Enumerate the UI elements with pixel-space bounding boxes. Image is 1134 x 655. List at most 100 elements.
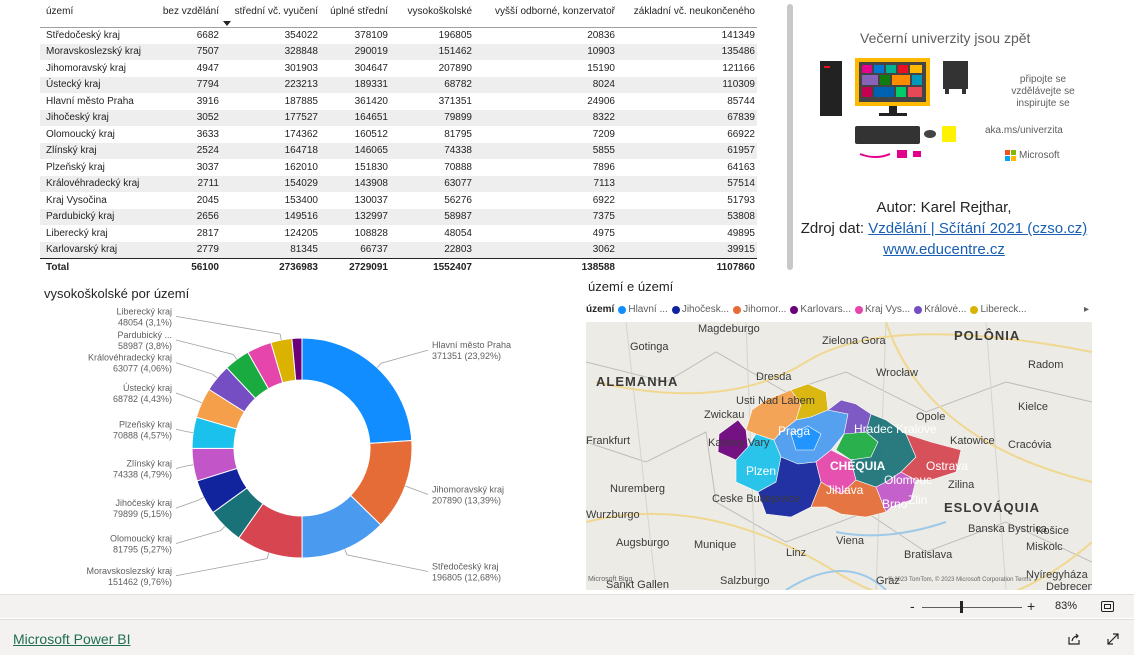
value-cell: 2779 [155,241,221,258]
region-cell: Ústecký kraj [40,76,155,93]
table-row[interactable]: Středočeský kraj 6682 354022 378109 196805 20… [40,27,757,44]
value-cell: 53808 [617,208,757,225]
value-cell: 67839 [617,109,757,126]
region-cell: Olomoucký kraj [46,128,115,140]
table-row[interactable]: Moravskoslezský kraj 7507 328848 290019 1514… [40,43,757,60]
map-place-label: Zielona Gora [822,335,886,347]
map-legend-item[interactable]: Karlovars... [790,304,851,315]
column-header-zakladni[interactable]: základní vč. neukončeného [617,0,757,28]
map-legend-item[interactable]: Královė... [914,304,966,315]
donut-data-value: 74338 (4,79%) [113,469,172,479]
legend-dot-icon [855,305,863,314]
table-row[interactable]: Zlínský kraj 2524 164718 146065 74338 5855 619… [40,142,757,159]
value-cell: 187885 [284,95,318,107]
map-place-label: Nuremberg [610,483,665,495]
zoom-out-button[interactable]: - [910,598,915,614]
value-cell: 2524 [155,142,221,159]
sort-descending-icon[interactable] [223,20,231,26]
column-header-vysokoskolske[interactable]: vysokoškolské [390,0,474,28]
fullscreen-icon[interactable] [1106,632,1120,646]
map-place-label: Usti Nad Labem [736,395,815,407]
donut-data-label: Královéhradecký kraj [88,353,172,363]
value-cell: 8322 [474,109,617,126]
value-cell: 223213 [221,76,320,93]
map-place-label: Zlin [908,493,927,507]
zoom-in-button[interactable]: + [1027,598,1035,614]
value-cell: 196805 [438,30,472,41]
table-row[interactable]: Karlovarský kraj 2779 81345 66737 22803 3062 3… [40,241,757,258]
value-cell: 189331 [320,76,390,93]
value-cell: 328848 [221,43,320,60]
zoom-slider-track[interactable] [922,607,1022,608]
ad-link[interactable]: aka.ms/univerzita [985,125,1063,136]
bing-logo: Microsoft Bing [588,576,633,583]
education-table[interactable]: území bez vzdělání střední vč. vyučení ú… [40,0,757,278]
donut-data-value: 81795 (5,27%) [113,544,172,554]
table-row[interactable]: Plzeňský kraj 3037 162010 151830 70888 7896 64… [40,159,757,176]
table-row[interactable]: Královéhradecký kraj 2711 154029 143908 6307… [40,175,757,192]
map-legend-item[interactable]: Kraj Vys... [855,304,910,315]
value-cell: 378109 [354,30,388,41]
column-header-stredni[interactable]: střední vč. vyučení [221,0,320,28]
map-legend-item[interactable]: Jihomor... [733,304,786,315]
total-cell: Total [40,257,155,276]
power-bi-link[interactable]: Microsoft Power BI [13,631,130,647]
website-link[interactable]: www.educentre.cz [883,241,1005,258]
column-header-uplne-stredni[interactable]: úplné střední [320,0,390,28]
table-row[interactable]: Jihomoravský kraj 4947 301903 304647 207890 1… [40,60,757,77]
value-cell: 15190 [587,62,615,74]
ad-title: Večerní univerzity jsou zpět [860,30,1031,46]
value-cell: 174362 [284,128,318,140]
table-row[interactable]: Kraj Vysočina 2045 153400 130037 56276 6922 51… [40,192,757,209]
legend-next-icon[interactable]: ▸ [1084,304,1089,315]
value-cell: 130037 [354,194,388,206]
value-cell: 81795 [444,128,472,140]
legend-dot-icon [733,305,742,314]
donut-leader-line [175,526,226,544]
map-legend-label: Libereck... [980,304,1027,315]
value-cell: 160512 [354,128,388,140]
table-row[interactable]: Ústecký kraj 7794 223213 189331 68782 8024 110… [40,76,757,93]
map-place-label: Bratislava [904,549,953,561]
source-link[interactable]: Vzdělání | Sčítání 2021 (czso.cz) [868,220,1087,237]
map-place-label: Hradec Kralove [854,422,937,436]
filled-map[interactable]: Magdeburgo Zielona Gora Gotinga POLÔNIA ALEM… [586,322,1092,590]
map-place-label: Olomouc [884,473,932,487]
column-header-bez-vzdelani[interactable]: bez vzdělání [155,0,221,28]
table-row[interactable]: Liberecký kraj 2817 124205 108828 48054 4975 4… [40,225,757,242]
donut-data-label: Moravskoslezský kraj [86,566,172,576]
microsoft-logo-icon [1005,150,1016,161]
fit-to-page-icon[interactable] [1101,601,1114,612]
donut-data-value: 68782 (4,43%) [113,394,172,404]
value-cell: 132997 [320,208,390,225]
table-row[interactable]: Pardubický kraj 2656 149516 132997 58987 7375… [40,208,757,225]
donut-data-value: 48054 (3,1%) [118,317,172,327]
map-legend-label: Jihomor... [743,304,787,315]
map-place-label: POLÔNIA [954,328,1020,343]
value-cell: 143908 [320,175,390,192]
zoom-bar: - + 83% [0,594,1134,618]
donut-leader-line [175,428,194,434]
region-cell: Královéhradecký kraj [40,175,155,192]
table-row[interactable]: Jihočeský kraj 3052 177527 164651 79899 8322 6… [40,109,757,126]
ad-slogan-line: připojte se [1019,74,1067,85]
evening-university-ad[interactable]: Večerní univerzity jsou zpět připojte se… [805,18,1087,178]
table-row[interactable]: Hlavní město Praha 3916 187885 361420 371351… [40,93,757,110]
donut-data-label: Pardubický ... [117,330,172,340]
table-row[interactable]: Olomoucký kraj 3633 174362 160512 81795 7209 6… [40,126,757,143]
donut-slice[interactable] [301,337,413,444]
column-header-uzemi[interactable]: území [40,0,155,28]
map-place-label: Salzburgo [720,575,770,587]
value-cell: 290019 [320,43,390,60]
donut-data-value: 196805 (12,68%) [432,572,501,582]
zoom-slider-thumb[interactable] [960,601,963,613]
region-cell: Plzeňský kraj [46,161,105,173]
map-legend-item[interactable]: Jihočesk... [671,304,729,315]
map-place-label: Magdeburgo [698,323,760,335]
map-legend-item[interactable]: Libereck... [970,304,1027,315]
map-legend-item[interactable]: Hlavní ... [618,304,668,315]
donut-leader-line [376,349,429,368]
share-icon[interactable] [1067,632,1081,646]
column-header-vyssi-odborne[interactable]: vyšší odborné, konzervatoř [474,0,617,28]
donut-chart[interactable]: Hlavní město Praha371351 (23,92%) Jihomor… [40,300,540,590]
